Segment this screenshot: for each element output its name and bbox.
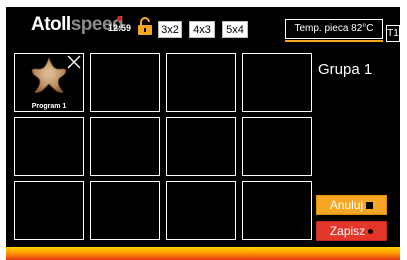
- screen: Atollspeed 12:59 3x2 4x3 5x4 Temp. pieca…: [0, 0, 407, 260]
- stop-icon: [366, 202, 374, 210]
- program-slot-11[interactable]: [166, 181, 236, 240]
- close-icon[interactable]: [67, 55, 81, 69]
- program-slot-5[interactable]: [14, 117, 84, 176]
- cancel-button[interactable]: Anuluj: [316, 195, 387, 215]
- program-slot-12[interactable]: [242, 181, 312, 240]
- clock: 12:59: [108, 16, 132, 36]
- program-slot-9[interactable]: [14, 181, 84, 240]
- grid-option-3x2[interactable]: 3x2: [158, 21, 182, 38]
- program-slot-label: Program 1: [31, 103, 67, 110]
- save-button[interactable]: Zapisz: [316, 221, 387, 241]
- grid-option-5x4[interactable]: 5x4: [222, 21, 248, 38]
- program-slot-3[interactable]: [166, 53, 236, 112]
- program-slot-7[interactable]: [166, 117, 236, 176]
- oven-temperature-display: Temp. pieca 82°C: [285, 19, 383, 39]
- logo-text-atoll: Atoll: [31, 14, 71, 35]
- program-slot-10[interactable]: [90, 181, 160, 240]
- program-slot-8[interactable]: [242, 117, 312, 176]
- grid-option-4x3[interactable]: 4x3: [189, 21, 215, 38]
- clock-time: 12:59: [108, 23, 132, 33]
- clock-indicator-dot: [117, 16, 122, 21]
- cancel-button-label: Anuluj: [329, 198, 364, 212]
- program-slot-1[interactable]: Program 1: [14, 53, 84, 112]
- status-gradient-bar: [6, 247, 400, 260]
- program-slot-2[interactable]: [90, 53, 160, 112]
- save-button-label: Zapisz: [329, 224, 366, 238]
- dough-star-icon: [28, 56, 70, 96]
- lock-open-icon[interactable]: [137, 17, 153, 35]
- temperature-indicator-bar: [285, 40, 383, 42]
- oven-tab-t1[interactable]: T1: [386, 25, 400, 42]
- record-dot-icon: [368, 229, 374, 235]
- group-name-label: Grupa 1: [318, 61, 373, 78]
- program-slot-4[interactable]: [242, 53, 312, 112]
- program-slot-6[interactable]: [90, 117, 160, 176]
